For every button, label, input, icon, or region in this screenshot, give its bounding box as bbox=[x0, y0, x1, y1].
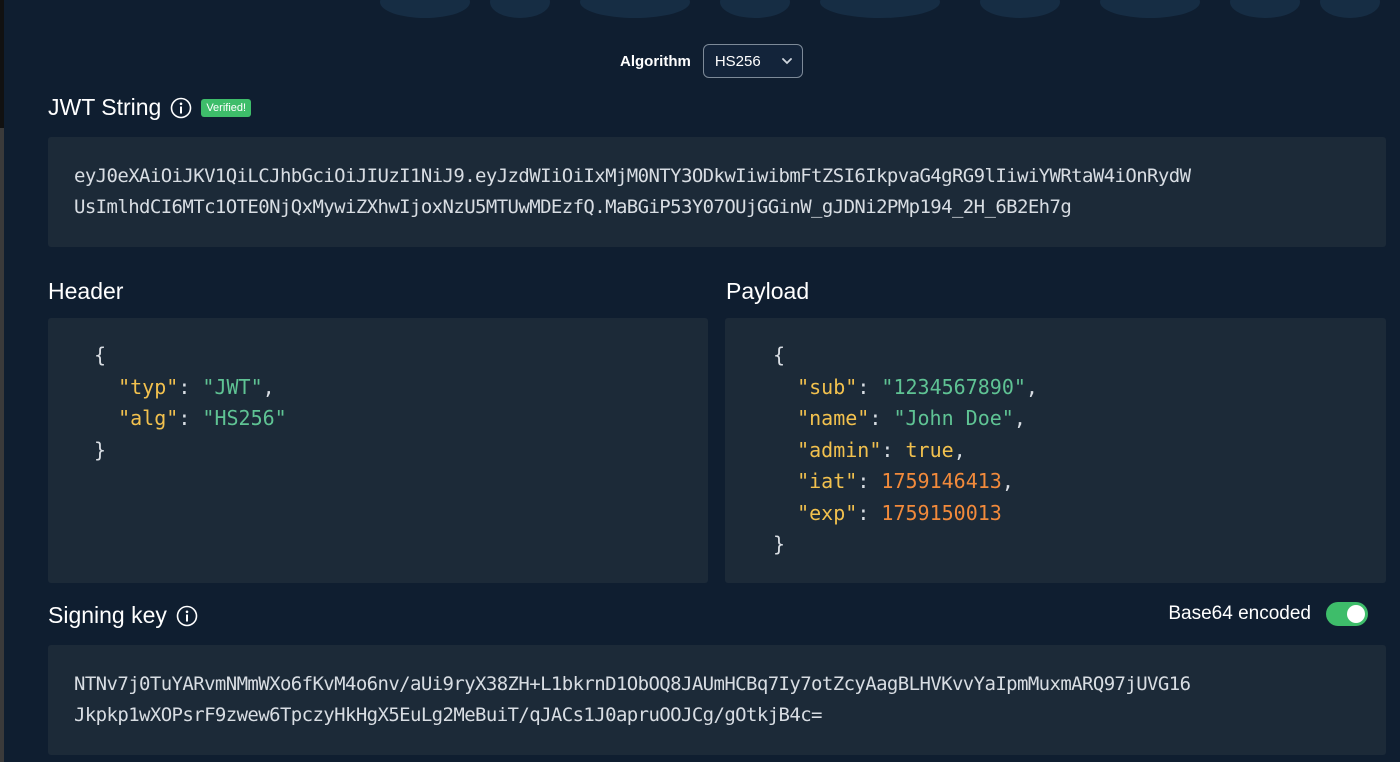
json-brace-close: } bbox=[94, 437, 107, 462]
json-key: "sub" bbox=[797, 374, 858, 399]
signing-key-line: NTNv7j0TuYARvmNMmWXo6fKvM4o6nv/aUi9ryX38… bbox=[74, 673, 1191, 695]
algorithm-select[interactable]: HS256 bbox=[702, 44, 803, 78]
signing-key-input[interactable]: NTNv7j0TuYARvmNMmWXo6fKvM4o6nv/aUi9ryX38… bbox=[48, 645, 1386, 755]
json-separator: , bbox=[953, 437, 966, 462]
json-key: "name" bbox=[797, 406, 870, 430]
payload-title: Payload bbox=[726, 278, 810, 304]
json-key: "exp" bbox=[797, 500, 858, 525]
json-separator: , bbox=[262, 374, 275, 399]
base64-label: Base64 encoded bbox=[1168, 603, 1311, 624]
json-field: "exp": 1759150013 bbox=[797, 500, 1002, 525]
toggle-knob bbox=[1347, 605, 1365, 623]
base64-toggle[interactable] bbox=[1326, 602, 1368, 626]
algorithm-label: Algorithm bbox=[620, 52, 691, 70]
jwt-string-input[interactable]: eyJ0eXAiOiJKV1QiLCJhbGciOiJIUzI1NiJ9.eyJ… bbox=[48, 137, 1386, 247]
json-separator: , bbox=[1013, 406, 1026, 430]
payload-title-row: Payload bbox=[726, 278, 809, 305]
header-editor[interactable]: { "typ": "JWT", "alg": "HS256" } bbox=[48, 318, 708, 583]
json-string-value: "1234567890" bbox=[881, 374, 1026, 399]
header-decoration bbox=[340, 0, 1400, 30]
algorithm-row: Algorithm HS256 bbox=[620, 44, 803, 78]
header-title-row: Header bbox=[48, 278, 123, 305]
json-number-value: 1759150013 bbox=[881, 500, 1002, 525]
jwt-string-title: JWT String bbox=[48, 94, 162, 120]
json-string-value: "HS256" bbox=[202, 406, 287, 430]
info-icon[interactable] bbox=[170, 97, 192, 119]
json-key: "typ" bbox=[118, 374, 179, 399]
json-separator: , bbox=[1001, 469, 1014, 493]
json-brace-close: } bbox=[773, 532, 786, 556]
jwt-string-text: eyJ0eXAiOiJKV1QiLCJhbGciOiJIUzI1NiJ9.eyJ… bbox=[74, 161, 1374, 223]
json-key: "alg" bbox=[118, 406, 179, 430]
verified-badge: Verified! bbox=[201, 98, 252, 117]
chevron-down-icon bbox=[781, 58, 792, 65]
signing-key-title: Signing key bbox=[48, 602, 167, 628]
jwt-line: UsImlhdCI6MTc1OTE0NjQxMywiZXhwIjoxNzU5MT… bbox=[74, 196, 1072, 218]
window-edge-top bbox=[0, 0, 4, 128]
json-key: "iat" bbox=[797, 469, 858, 493]
jwt-string-title-row: JWT String Verified! bbox=[48, 94, 252, 121]
json-brace-open: { bbox=[94, 343, 107, 367]
json-boolean-value: true bbox=[905, 437, 954, 462]
signing-key-title-row: Signing key bbox=[48, 602, 198, 629]
json-separator: , bbox=[1025, 374, 1038, 399]
json-string-value: "John Doe" bbox=[893, 406, 1014, 430]
signing-key-text: NTNv7j0TuYARvmNMmWXo6fKvM4o6nv/aUi9ryX38… bbox=[74, 669, 1374, 731]
json-field: "typ": "JWT", bbox=[118, 374, 275, 399]
json-key: "admin" bbox=[797, 437, 882, 462]
json-field: "alg": "HS256" bbox=[118, 406, 287, 430]
base64-toggle-row: Base64 encoded bbox=[1168, 602, 1368, 626]
info-icon[interactable] bbox=[176, 605, 198, 627]
header-json: { "typ": "JWT", "alg": "HS256" } bbox=[94, 340, 287, 466]
payload-editor[interactable]: { "sub": "1234567890", "name": "John Doe… bbox=[725, 318, 1386, 583]
json-field: "name": "John Doe", bbox=[797, 406, 1026, 430]
algorithm-selected-value: HS256 bbox=[714, 52, 761, 70]
json-string-value: "JWT" bbox=[202, 374, 263, 399]
json-field: "iat": 1759146413, bbox=[797, 469, 1014, 493]
signing-key-line: Jkpkp1wXOPsrF9zwew6TpczyHkHgX5EuLg2MeBui… bbox=[74, 704, 822, 726]
header-title: Header bbox=[48, 278, 124, 304]
json-field: "admin": true, bbox=[797, 437, 966, 462]
json-number-value: 1759146413 bbox=[881, 469, 1002, 493]
json-field: "sub": "1234567890", bbox=[797, 374, 1038, 399]
payload-json: { "sub": "1234567890", "name": "John Doe… bbox=[773, 340, 1038, 561]
jwt-line: eyJ0eXAiOiJKV1QiLCJhbGciOiJIUzI1NiJ9.eyJ… bbox=[74, 165, 1191, 187]
json-brace-open: { bbox=[773, 343, 786, 367]
